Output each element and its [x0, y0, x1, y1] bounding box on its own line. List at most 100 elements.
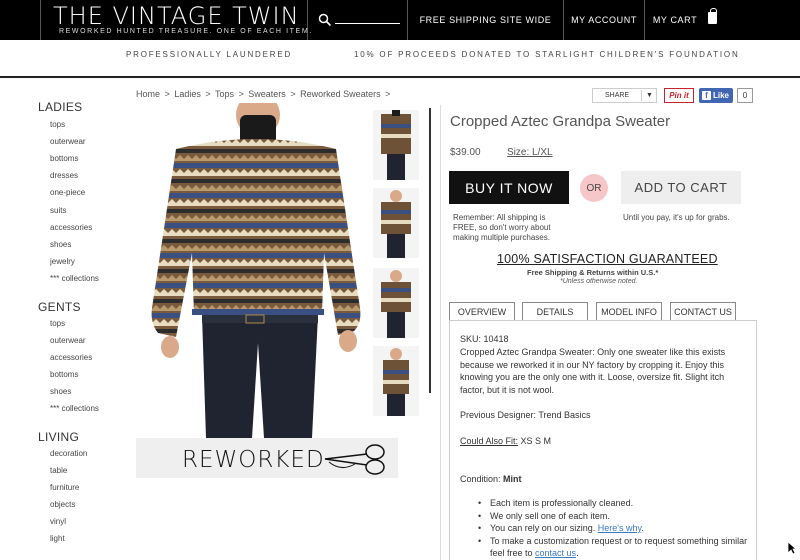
- tab-details[interactable]: DETAILS: [522, 302, 588, 320]
- tab-model-info[interactable]: MODEL INFO: [596, 302, 662, 320]
- list-item: You can rely on our sizing. Here's why.: [478, 522, 750, 535]
- sidebar-item-ladies-dresses[interactable]: dresses: [50, 171, 78, 180]
- sidebar-item-living-objects[interactable]: objects: [50, 500, 75, 509]
- thumbnail-scrollbar[interactable]: [429, 108, 431, 393]
- tab-overview[interactable]: OVERVIEW: [449, 302, 515, 321]
- product-description: Cropped Aztec Grandpa Sweater: Only one …: [460, 347, 726, 395]
- list-item: To make a customization request or to re…: [478, 535, 750, 560]
- breadcrumb-separator: >: [290, 89, 296, 99]
- satisfaction-guarantee-link[interactable]: 100% SATISFACTION GUARANTEED: [497, 252, 718, 266]
- sidebar-item-ladies-accessories[interactable]: accessories: [50, 223, 92, 232]
- free-shipping-returns: Free Shipping & Returns within U.S.*: [527, 268, 659, 277]
- facebook-like-count: 0: [737, 88, 753, 103]
- sidebar-item-gents-collections[interactable]: *** collections: [50, 404, 99, 413]
- sidebar-item-gents-outerwear[interactable]: outerwear: [50, 336, 86, 345]
- product-thumbnail[interactable]: [373, 268, 419, 338]
- sidebar-item-living-light[interactable]: light: [50, 534, 65, 543]
- customization-period: .: [576, 548, 579, 558]
- product-sku: SKU: 10418: [460, 334, 509, 344]
- sidebar-item-living-vinyl[interactable]: vinyl: [50, 517, 66, 526]
- could-also-fit-sizes: XS S M: [518, 436, 552, 446]
- share-label: SHARE: [605, 92, 630, 99]
- shopping-bag-icon[interactable]: [708, 8, 717, 24]
- cart-note: Until you pay, it's up for grabs.: [623, 213, 730, 222]
- free-shipping-link[interactable]: FREE SHIPPING SITE WIDE: [408, 0, 564, 40]
- site-logo[interactable]: THE VINTAGE TWIN REWORKED HUNTED TREASUR…: [40, 0, 311, 40]
- contact-us-link[interactable]: contact us: [535, 548, 576, 558]
- pin-it-button[interactable]: Pin it: [664, 88, 694, 103]
- product-thumbnail[interactable]: [373, 110, 419, 180]
- facebook-like-button[interactable]: f Like: [699, 88, 733, 103]
- previous-designer: Previous Designer: Trend Basics: [460, 410, 591, 420]
- condition-label: Condition:: [460, 474, 504, 484]
- sidebar-item-ladies-bottoms[interactable]: bottoms: [50, 154, 78, 163]
- sidebar-item-ladies-outerwear[interactable]: outerwear: [50, 137, 86, 146]
- shipping-footnote: *Unless otherwise noted.: [560, 278, 638, 285]
- sidebar-item-ladies-one-piece[interactable]: one-piece: [50, 188, 85, 197]
- customization-text: To make a customization request or to re…: [490, 535, 748, 559]
- sidebar-item-gents-tops[interactable]: tops: [50, 319, 65, 328]
- product-thumbnail[interactable]: [373, 188, 419, 258]
- sidebar-heading-gents[interactable]: GENTS: [38, 300, 81, 314]
- list-item: Each item is professionally cleaned.: [478, 497, 750, 510]
- my-account-link[interactable]: MY ACCOUNT: [564, 0, 645, 40]
- mouse-cursor-icon: [787, 541, 797, 555]
- could-also-fit-label[interactable]: Could Also Fit:: [460, 436, 518, 446]
- my-cart-link[interactable]: MY CART: [645, 0, 705, 40]
- add-to-cart-button[interactable]: ADD TO CART: [621, 171, 741, 204]
- facebook-like-label: Like: [713, 91, 730, 100]
- sidebar-item-gents-shoes[interactable]: shoes: [50, 387, 71, 396]
- or-badge: OR: [580, 174, 608, 202]
- buy-now-button[interactable]: BUY IT NOW: [449, 171, 569, 204]
- breadcrumb-separator: >: [205, 89, 211, 99]
- sizing-period: .: [641, 523, 644, 533]
- tab-contact-us[interactable]: CONTACT US: [670, 302, 736, 320]
- breadcrumb-reworked-sweaters[interactable]: Reworked Sweaters: [300, 89, 381, 99]
- sizing-text: You can rely on our sizing.: [490, 523, 598, 533]
- breadcrumb-separator: >: [164, 89, 170, 99]
- sidebar-heading-ladies[interactable]: LADIES: [38, 100, 83, 114]
- sidebar-heading-living[interactable]: LIVING: [38, 430, 79, 444]
- search-box[interactable]: [308, 0, 408, 40]
- scissors-icon: [324, 444, 385, 475]
- breadcrumb-home[interactable]: Home: [136, 89, 160, 99]
- heres-why-link[interactable]: Here's why: [598, 523, 642, 533]
- sidebar-item-living-decoration[interactable]: decoration: [50, 449, 87, 458]
- shipping-reminder: Remember: All shipping is FREE, so don't…: [453, 213, 551, 242]
- breadcrumb-tops[interactable]: Tops: [215, 89, 234, 99]
- logo-tagline: REWORKED HUNTED TREASURE. ONE OF EACH IT…: [59, 28, 313, 35]
- condition-value: Mint: [503, 474, 522, 484]
- promo-donation: 10% OF PROCEEDS DONATED TO STARLIGHT CHI…: [354, 50, 740, 59]
- could-also-fit: Could Also Fit: XS S M: [460, 435, 551, 448]
- product-thumbnail[interactable]: [373, 346, 419, 416]
- breadcrumb-separator: >: [385, 89, 391, 99]
- promo-laundered: PROFESSIONALLY LAUNDERED: [126, 50, 293, 59]
- assurance-list: Each item is professionally cleaned. We …: [478, 497, 750, 560]
- search-input[interactable]: [335, 23, 400, 24]
- search-icon[interactable]: [318, 13, 332, 27]
- sidebar-item-gents-bottoms[interactable]: bottoms: [50, 370, 78, 379]
- chevron-down-icon: ▼: [641, 90, 653, 101]
- sidebar-item-ladies-suits[interactable]: suits: [50, 206, 66, 215]
- breadcrumb-ladies[interactable]: Ladies: [174, 89, 201, 99]
- reworked-banner: REWORKED: [136, 438, 398, 478]
- column-divider: [440, 105, 441, 560]
- sidebar-item-ladies-shoes[interactable]: shoes: [50, 240, 71, 249]
- product-size-link[interactable]: Size: L/XL: [507, 147, 553, 158]
- list-item: We only sell one of each item.: [478, 510, 750, 523]
- top-navigation-bar: THE VINTAGE TWIN REWORKED HUNTED TREASUR…: [0, 0, 800, 40]
- breadcrumb: Home > Ladies > Tops > Sweaters > Rework…: [136, 89, 392, 99]
- item-condition: Condition: Mint: [460, 473, 522, 486]
- sidebar-item-gents-accessories[interactable]: accessories: [50, 353, 92, 362]
- sidebar-item-ladies-collections[interactable]: *** collections: [50, 274, 99, 283]
- sidebar-item-living-furniture[interactable]: furniture: [50, 483, 79, 492]
- sidebar-item-ladies-tops[interactable]: tops: [50, 120, 65, 129]
- breadcrumb-separator: >: [238, 89, 244, 99]
- share-dropdown[interactable]: SHARE ▼: [592, 88, 657, 103]
- sidebar-item-ladies-jewelry[interactable]: jewelry: [50, 257, 75, 266]
- product-main-image[interactable]: [136, 103, 366, 438]
- sidebar-item-living-table[interactable]: table: [50, 466, 67, 475]
- header-divider: [0, 76, 800, 78]
- breadcrumb-sweaters[interactable]: Sweaters: [248, 89, 286, 99]
- logo-title[interactable]: THE VINTAGE TWIN: [53, 2, 300, 30]
